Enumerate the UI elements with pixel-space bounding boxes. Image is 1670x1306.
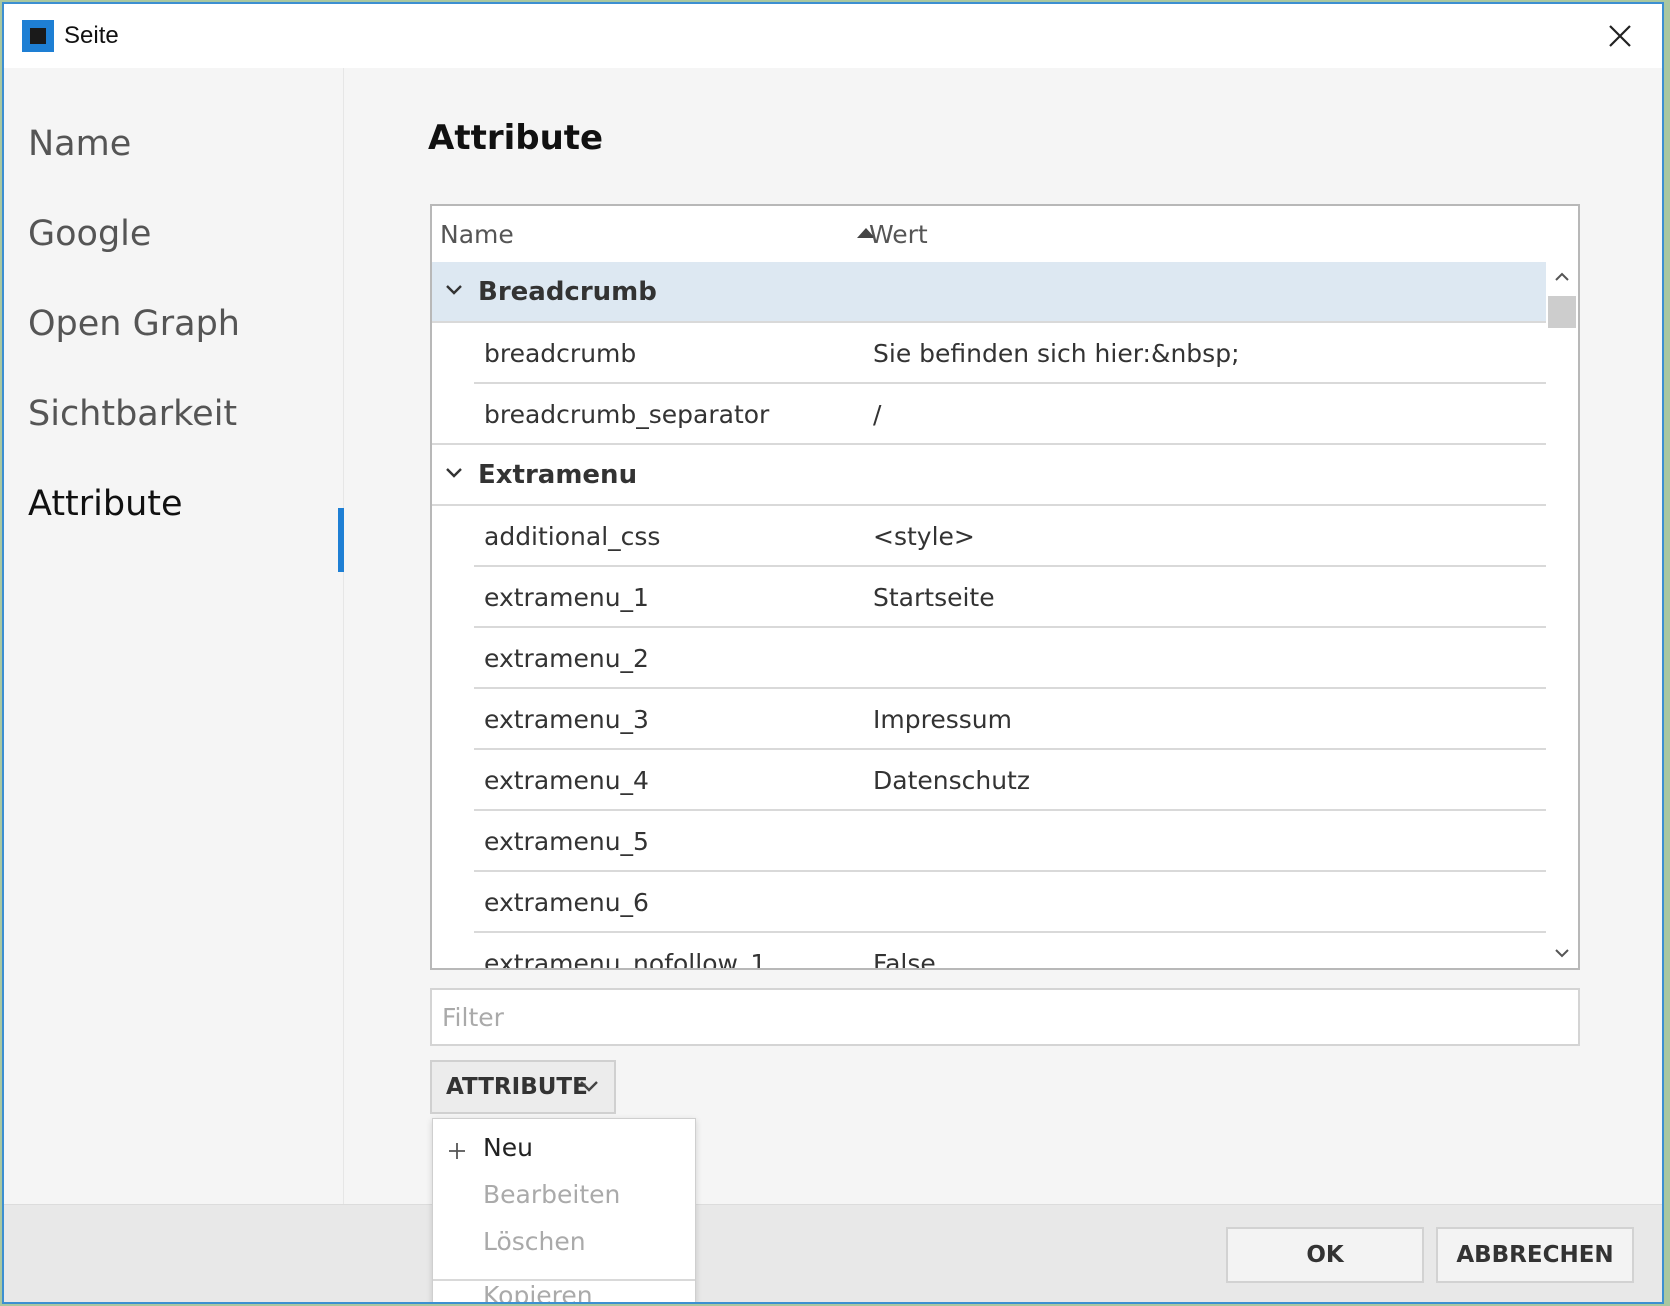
attribute-name: extramenu_1 — [484, 583, 649, 612]
attribute-value: Startseite — [873, 583, 995, 612]
dialog-window: Seite Name Google Open Graph Sichtbarkei… — [2, 2, 1664, 1304]
group-row-extramenu[interactable]: Extramenu — [432, 445, 1548, 506]
vertical-scrollbar[interactable] — [1546, 262, 1578, 968]
chevron-down-icon — [1555, 949, 1569, 958]
chevron-down-icon[interactable] — [444, 463, 464, 483]
sidebar-item-sichtbarkeit[interactable]: Sichtbarkeit — [28, 394, 237, 434]
attribute-value: Sie befinden sich hier:&nbsp; — [873, 339, 1240, 368]
table-row[interactable]: extramenu_2 — [432, 628, 1548, 689]
chevron-down-icon[interactable] — [444, 280, 464, 300]
attribute-name: extramenu_4 — [484, 766, 649, 795]
table-body: Breadcrumb breadcrumb Sie befinden sich … — [432, 262, 1548, 968]
attribute-value: Impressum — [873, 705, 1012, 734]
table-row[interactable]: extramenu_1 Startseite — [432, 567, 1548, 628]
group-label: Breadcrumb — [478, 276, 657, 307]
scroll-down-button[interactable] — [1546, 938, 1578, 968]
attribute-menu-button[interactable]: ATTRIBUTE — [430, 1060, 616, 1114]
main-panel: Attribute Name Wert Breadcrumb breadcrum… — [344, 68, 1662, 1204]
attribute-table: Name Wert Breadcrumb breadcrumb Sie befi… — [430, 204, 1580, 970]
table-row[interactable]: additional_css <style> — [432, 506, 1548, 567]
dialog-footer: OK ABBRECHEN — [4, 1204, 1662, 1302]
attribute-value: Datenschutz — [873, 766, 1030, 795]
sidebar-item-name[interactable]: Name — [28, 124, 131, 164]
table-row[interactable]: extramenu_nofollow_1 False — [432, 933, 1548, 968]
attribute-name: breadcrumb_separator — [484, 400, 770, 429]
attribute-name: breadcrumb — [484, 339, 637, 368]
sidebar-item-google[interactable]: Google — [28, 214, 151, 254]
table-row[interactable]: extramenu_5 — [432, 811, 1548, 872]
group-label: Extramenu — [478, 459, 638, 490]
title-bar: Seite — [4, 4, 1662, 68]
scroll-thumb[interactable] — [1548, 296, 1576, 328]
attribute-name: extramenu_6 — [484, 888, 649, 917]
sidebar-item-attribute[interactable]: Attribute — [28, 484, 183, 524]
attribute-name: extramenu_5 — [484, 827, 649, 856]
attribute-name: extramenu_3 — [484, 705, 649, 734]
attribute-value: <style> — [873, 522, 975, 551]
attribute-button-label: ATTRIBUTE — [446, 1074, 588, 1100]
table-row[interactable]: extramenu_4 Datenschutz — [432, 750, 1548, 811]
menu-item-bearbeiten[interactable]: Bearbeiten — [483, 1180, 620, 1209]
app-icon — [22, 20, 54, 52]
ok-button[interactable]: OK — [1226, 1227, 1424, 1283]
column-header-name[interactable]: Name — [440, 220, 514, 249]
attribute-dropdown-menu: Neu Bearbeiten Löschen Kopieren — [432, 1118, 696, 1302]
group-row-breadcrumb[interactable]: Breadcrumb — [432, 262, 1548, 323]
filter-input[interactable] — [430, 988, 1580, 1046]
attribute-name: additional_css — [484, 522, 661, 551]
plus-icon — [449, 1143, 465, 1159]
window-title: Seite — [64, 22, 119, 49]
chevron-down-icon — [580, 1081, 598, 1092]
close-button[interactable] — [1598, 14, 1642, 58]
close-icon — [1609, 25, 1631, 47]
attribute-value: / — [873, 400, 882, 429]
table-row[interactable]: breadcrumb Sie befinden sich hier:&nbsp; — [432, 323, 1548, 384]
menu-item-kopieren[interactable]: Kopieren — [483, 1281, 593, 1302]
page-title: Attribute — [428, 118, 604, 158]
sidebar-item-open-graph[interactable]: Open Graph — [28, 304, 240, 344]
menu-item-neu[interactable]: Neu — [483, 1133, 533, 1162]
table-header: Name Wert — [432, 206, 1578, 262]
table-row[interactable]: extramenu_3 Impressum — [432, 689, 1548, 750]
scroll-up-button[interactable] — [1546, 262, 1578, 292]
column-header-value[interactable]: Wert — [869, 220, 928, 249]
menu-item-loeschen[interactable]: Löschen — [483, 1227, 586, 1256]
table-row[interactable]: extramenu_6 — [432, 872, 1548, 933]
sidebar: Name Google Open Graph Sichtbarkeit Attr… — [4, 68, 344, 1204]
cancel-button[interactable]: ABBRECHEN — [1436, 1227, 1634, 1283]
attribute-name: extramenu_2 — [484, 644, 649, 673]
attribute-value: False — [873, 949, 936, 968]
table-row[interactable]: breadcrumb_separator / — [432, 384, 1548, 445]
attribute-name: extramenu_nofollow_1 — [484, 949, 767, 968]
chevron-up-icon — [1555, 272, 1569, 281]
